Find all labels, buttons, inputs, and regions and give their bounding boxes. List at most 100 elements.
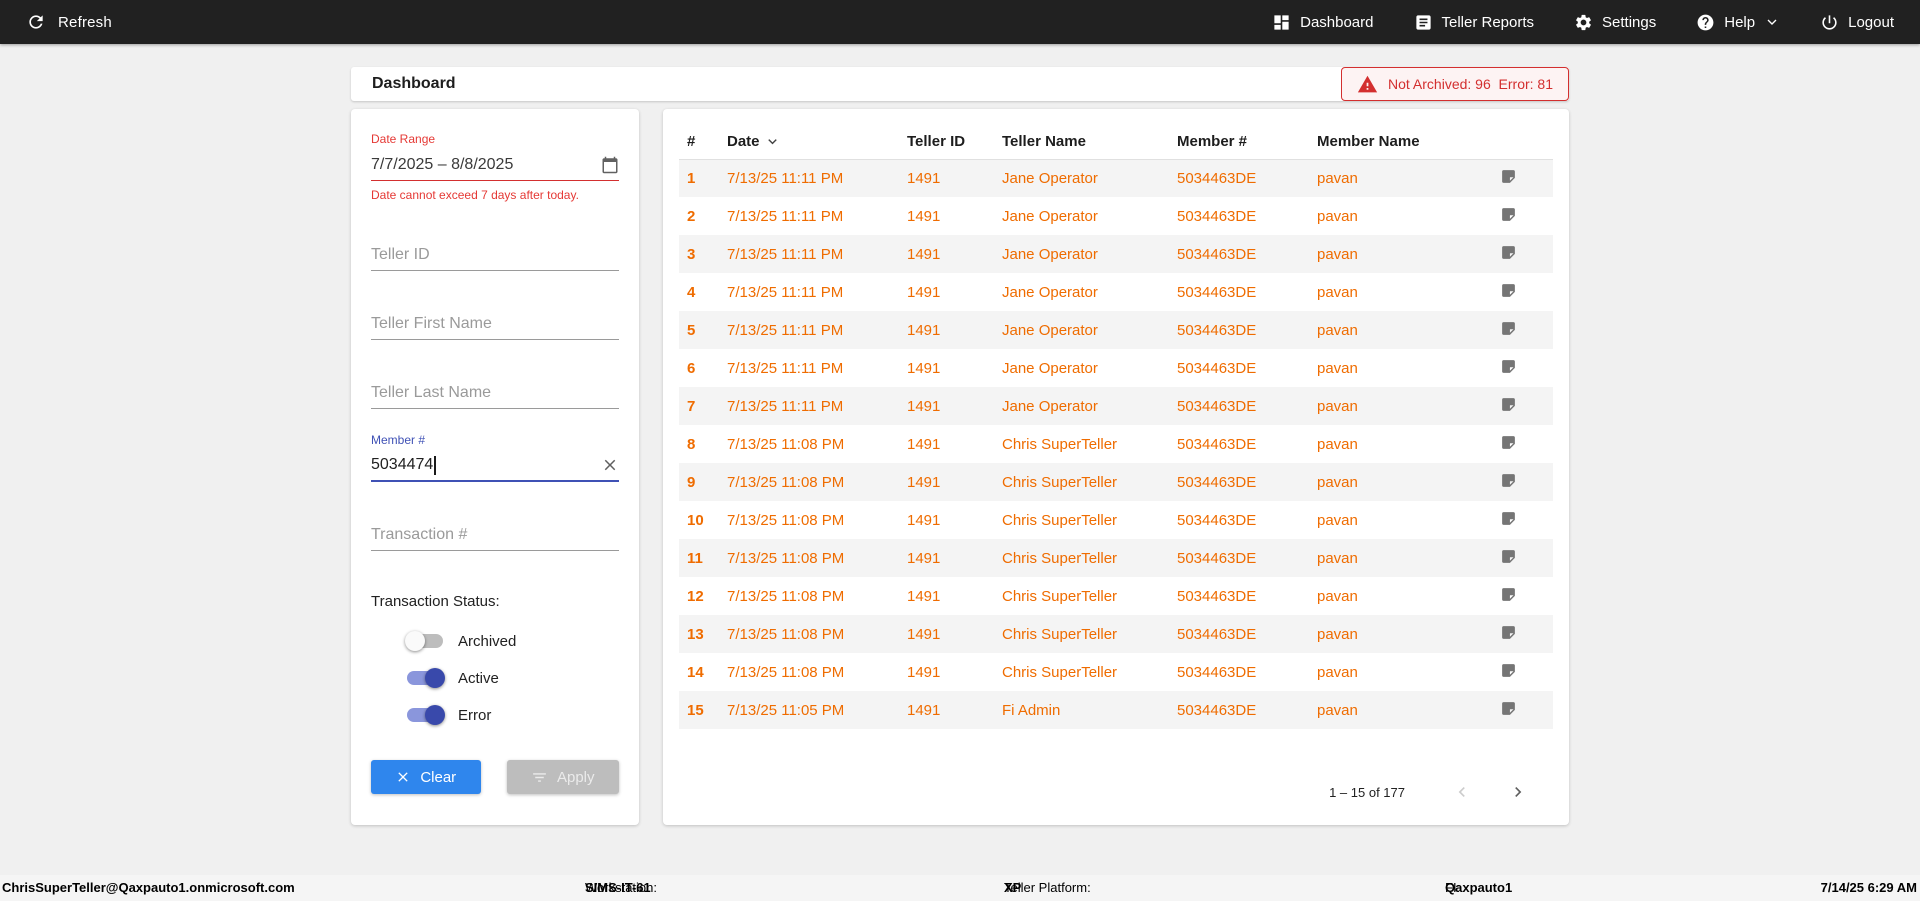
cell-member-name: pavan bbox=[1309, 539, 1463, 577]
nav-teller-reports[interactable]: Teller Reports bbox=[1414, 13, 1535, 32]
text-cursor bbox=[434, 456, 436, 475]
cell-member-name: pavan bbox=[1309, 311, 1463, 349]
teller-first-name-input[interactable] bbox=[371, 308, 619, 340]
error-toggle[interactable] bbox=[405, 704, 445, 726]
cell-member-name: pavan bbox=[1309, 387, 1463, 425]
active-toggle-label: Active bbox=[458, 670, 499, 687]
content-area: Dashboard Not Archived: 96 Error: 81 Dat… bbox=[0, 44, 1920, 875]
note-icon[interactable] bbox=[1500, 358, 1517, 375]
cell-member-name: pavan bbox=[1309, 577, 1463, 615]
table-row[interactable]: 97/13/25 11:08 PM1491Chris SuperTeller50… bbox=[679, 463, 1553, 501]
archived-toggle[interactable] bbox=[405, 630, 445, 652]
date-range-label: Date Range bbox=[371, 132, 619, 146]
cell-member-number: 5034463DE bbox=[1169, 311, 1309, 349]
note-icon[interactable] bbox=[1500, 548, 1517, 565]
cell-date: 7/13/25 11:08 PM bbox=[719, 653, 899, 691]
nav-help[interactable]: Help bbox=[1696, 13, 1780, 32]
toggle-row-error: Error bbox=[405, 704, 619, 726]
help-icon bbox=[1696, 13, 1715, 32]
date-range-input[interactable]: 7/7/2025 – 8/8/2025 bbox=[371, 149, 619, 181]
active-toggle[interactable] bbox=[405, 667, 445, 689]
note-icon[interactable] bbox=[1500, 244, 1517, 261]
apply-button[interactable]: Apply bbox=[507, 760, 620, 794]
archived-toggle-label: Archived bbox=[458, 633, 516, 650]
table-row[interactable]: 147/13/25 11:08 PM1491Chris SuperTeller5… bbox=[679, 653, 1553, 691]
transactions-panel: # Date Teller ID Teller Name bbox=[663, 109, 1569, 825]
note-icon[interactable] bbox=[1500, 320, 1517, 337]
column-header-num[interactable]: # bbox=[679, 125, 719, 159]
note-icon[interactable] bbox=[1500, 472, 1517, 489]
cell-teller-id: 1491 bbox=[899, 349, 994, 387]
column-header-member-name[interactable]: Member Name bbox=[1309, 125, 1463, 159]
cell-date: 7/13/25 11:11 PM bbox=[719, 273, 899, 311]
table-row[interactable]: 27/13/25 11:11 PM1491Jane Operator503446… bbox=[679, 197, 1553, 235]
column-header-date[interactable]: Date bbox=[719, 125, 899, 159]
nav-logout[interactable]: Logout bbox=[1820, 13, 1894, 32]
table-row[interactable]: 137/13/25 11:08 PM1491Chris SuperTeller5… bbox=[679, 615, 1553, 653]
clear-member-icon[interactable] bbox=[601, 456, 619, 474]
cell-row-number: 9 bbox=[679, 463, 719, 501]
cell-date: 7/13/25 11:08 PM bbox=[719, 539, 899, 577]
cell-member-name: pavan bbox=[1309, 159, 1463, 197]
table-row[interactable]: 57/13/25 11:11 PM1491Jane Operator503446… bbox=[679, 311, 1553, 349]
table-row[interactable]: 117/13/25 11:08 PM1491Chris SuperTeller5… bbox=[679, 539, 1553, 577]
member-number-input[interactable]: 5034474 bbox=[371, 450, 619, 482]
column-header-member-number[interactable]: Member # bbox=[1169, 125, 1309, 159]
nav-settings[interactable]: Settings bbox=[1574, 13, 1656, 32]
column-header-teller-id[interactable]: Teller ID bbox=[899, 125, 994, 159]
cell-teller-name: Chris SuperTeller bbox=[994, 539, 1169, 577]
current-datetime: 7/14/25 6:29 AM bbox=[1821, 875, 1917, 901]
topbar-nav: Dashboard Teller Reports Settings Help bbox=[1272, 13, 1894, 32]
archive-error-alert[interactable]: Not Archived: 96 Error: 81 bbox=[1341, 67, 1569, 101]
cell-member-name: pavan bbox=[1309, 235, 1463, 273]
cell-row-number: 10 bbox=[679, 501, 719, 539]
member-number-label: Member # bbox=[371, 433, 619, 447]
table-row[interactable]: 87/13/25 11:08 PM1491Chris SuperTeller50… bbox=[679, 425, 1553, 463]
cell-member-name: pavan bbox=[1309, 615, 1463, 653]
cell-member-name: pavan bbox=[1309, 653, 1463, 691]
clear-button[interactable]: Clear bbox=[371, 760, 481, 794]
note-icon[interactable] bbox=[1500, 434, 1517, 451]
column-header-teller-name[interactable]: Teller Name bbox=[994, 125, 1169, 159]
transaction-number-input[interactable] bbox=[371, 519, 619, 551]
previous-page-button[interactable] bbox=[1447, 777, 1477, 807]
note-icon[interactable] bbox=[1500, 206, 1517, 223]
table-row[interactable]: 127/13/25 11:08 PM1491Chris SuperTeller5… bbox=[679, 577, 1553, 615]
cell-member-number: 5034463DE bbox=[1169, 463, 1309, 501]
cell-teller-id: 1491 bbox=[899, 615, 994, 653]
table-row[interactable]: 77/13/25 11:11 PM1491Jane Operator503446… bbox=[679, 387, 1553, 425]
note-icon[interactable] bbox=[1500, 168, 1517, 185]
note-icon[interactable] bbox=[1500, 586, 1517, 603]
note-icon[interactable] bbox=[1500, 510, 1517, 527]
teller-last-name-input[interactable] bbox=[371, 377, 619, 409]
refresh-button[interactable]: Refresh bbox=[26, 12, 112, 32]
cell-teller-name: Jane Operator bbox=[994, 235, 1169, 273]
note-icon[interactable] bbox=[1500, 624, 1517, 641]
cell-member-number: 5034463DE bbox=[1169, 273, 1309, 311]
cell-row-number: 7 bbox=[679, 387, 719, 425]
member-number-value: 5034474 bbox=[371, 456, 433, 474]
toggle-row-archived: Archived bbox=[405, 630, 619, 652]
table-row[interactable]: 17/13/25 11:11 PM1491Jane Operator503446… bbox=[679, 159, 1553, 197]
cell-member-number: 5034463DE bbox=[1169, 577, 1309, 615]
calendar-icon[interactable] bbox=[601, 156, 619, 174]
date-range-error: Date cannot exceed 7 days after today. bbox=[371, 188, 619, 202]
table-row[interactable]: 67/13/25 11:11 PM1491Jane Operator503446… bbox=[679, 349, 1553, 387]
cell-teller-id: 1491 bbox=[899, 273, 994, 311]
table-row[interactable]: 157/13/25 11:05 PM1491Fi Admin5034463DEp… bbox=[679, 691, 1553, 729]
cell-member-name: pavan bbox=[1309, 501, 1463, 539]
note-icon[interactable] bbox=[1500, 282, 1517, 299]
table-row[interactable]: 107/13/25 11:08 PM1491Chris SuperTeller5… bbox=[679, 501, 1553, 539]
note-icon[interactable] bbox=[1500, 396, 1517, 413]
filter-panel: Date Range 7/7/2025 – 8/8/2025 Date cann… bbox=[351, 109, 639, 825]
next-page-button[interactable] bbox=[1503, 777, 1533, 807]
nav-dashboard[interactable]: Dashboard bbox=[1272, 13, 1373, 32]
note-icon[interactable] bbox=[1500, 662, 1517, 679]
cell-teller-name: Chris SuperTeller bbox=[994, 501, 1169, 539]
table-row[interactable]: 47/13/25 11:11 PM1491Jane Operator503446… bbox=[679, 273, 1553, 311]
cell-teller-name: Chris SuperTeller bbox=[994, 577, 1169, 615]
status-bar: ChrisSuperTeller@Qaxpauto1.onmicrosoft.c… bbox=[0, 875, 1920, 901]
teller-id-input[interactable] bbox=[371, 239, 619, 271]
note-icon[interactable] bbox=[1500, 700, 1517, 717]
table-row[interactable]: 37/13/25 11:11 PM1491Jane Operator503446… bbox=[679, 235, 1553, 273]
